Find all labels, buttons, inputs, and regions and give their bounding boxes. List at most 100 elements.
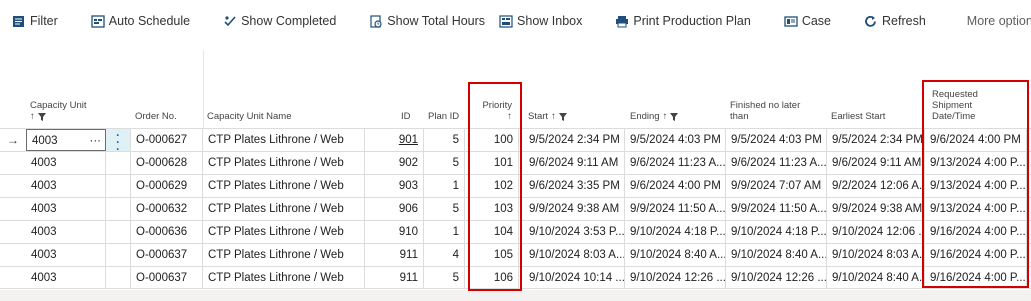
cell-plan-id[interactable]: 5	[424, 198, 465, 220]
row-menu[interactable]	[106, 267, 131, 289]
cell-priority[interactable]: 106	[465, 267, 519, 289]
cell-ending[interactable]: 9/9/2024 11:50 A...	[625, 198, 726, 220]
cell-id[interactable]: 910	[365, 221, 424, 243]
cell-start[interactable]: 9/10/2024 8:03 A...	[524, 244, 625, 266]
cell-requested[interactable]: 9/13/2024 4:00 P...	[925, 152, 1027, 174]
cell-name[interactable]: CTP Plates Lithrone / Web	[203, 221, 365, 243]
cell-plan-id[interactable]: 5	[424, 267, 465, 289]
cell-order-no[interactable]: O-000637	[131, 267, 203, 289]
cell-order-no[interactable]: O-000629	[131, 175, 203, 197]
cell-finished[interactable]: 9/10/2024 8:40 A...	[726, 244, 827, 266]
cell-priority[interactable]: 105	[465, 244, 519, 266]
cell-earliest[interactable]: 9/6/2024 9:11 AM	[827, 152, 925, 174]
row-selector[interactable]: →	[0, 129, 26, 151]
row-selector[interactable]	[0, 198, 26, 220]
cell-priority[interactable]: 101	[465, 152, 519, 174]
cell-finished[interactable]: 9/9/2024 7:07 AM	[726, 175, 827, 197]
row-menu[interactable]	[106, 152, 131, 174]
cell-requested[interactable]: 9/16/2024 4:00 P...	[925, 221, 1027, 243]
cell-ending[interactable]: 9/10/2024 12:26 ...	[625, 267, 726, 289]
table-row[interactable]: 4003 O-000628 CTP Plates Lithrone / Web 902…	[0, 151, 1031, 174]
cell-start[interactable]: 9/6/2024 9:11 AM	[524, 152, 625, 174]
cell-finished[interactable]: 9/10/2024 4:18 P...	[726, 221, 827, 243]
header-priority[interactable]: Priority ↑	[478, 100, 512, 122]
cell-id[interactable]: 902	[365, 152, 424, 174]
cell-capacity-unit[interactable]: 4003	[26, 152, 106, 174]
table-row[interactable]: 4003 O-000637 CTP Plates Lithrone / Web 911…	[0, 266, 1031, 289]
row-menu[interactable]	[106, 244, 131, 266]
header-ending[interactable]: Ending ↑	[630, 111, 679, 122]
cell-plan-id[interactable]: 1	[424, 221, 465, 243]
cell-id[interactable]: 911	[365, 244, 424, 266]
cell-earliest[interactable]: 9/9/2024 9:38 AM	[827, 198, 925, 220]
cell-start[interactable]: 9/9/2024 9:38 AM	[524, 198, 625, 220]
header-capacity-unit[interactable]: Capacity Unit ↑	[30, 100, 87, 122]
cell-finished[interactable]: 9/9/2024 11:50 A...	[726, 198, 827, 220]
cell-ending[interactable]: 9/6/2024 11:23 A...	[625, 152, 726, 174]
cell-name[interactable]: CTP Plates Lithrone / Web	[203, 267, 365, 289]
cell-plan-id[interactable]: 5	[424, 152, 465, 174]
cell-name[interactable]: CTP Plates Lithrone / Web	[203, 175, 365, 197]
cell-plan-id[interactable]: 5	[424, 129, 465, 151]
cell-priority[interactable]: 103	[465, 198, 519, 220]
cell-capacity-unit[interactable]: 4003	[26, 221, 106, 243]
header-capacity-unit-name[interactable]: Capacity Unit Name	[207, 111, 291, 122]
row-selector[interactable]	[0, 267, 26, 289]
print-production-plan-button[interactable]: Print Production Plan	[615, 14, 751, 28]
table-row[interactable]: 4003 O-000636 CTP Plates Lithrone / Web 910…	[0, 220, 1031, 243]
cell-name[interactable]: CTP Plates Lithrone / Web	[203, 198, 365, 220]
cell-plan-id[interactable]: 4	[424, 244, 465, 266]
cell-finished[interactable]: 9/10/2024 12:26 ...	[726, 267, 827, 289]
auto-schedule-button[interactable]: Auto Schedule	[91, 14, 190, 28]
cell-ending[interactable]: 9/10/2024 4:18 P...	[625, 221, 726, 243]
cell-priority[interactable]: 104	[465, 221, 519, 243]
case-button[interactable]: Case	[784, 14, 831, 28]
header-requested-shipment[interactable]: Requested Shipment Date/Time	[932, 89, 978, 122]
table-row[interactable]: 4003 O-000629 CTP Plates Lithrone / Web 903…	[0, 174, 1031, 197]
show-completed-button[interactable]: Show Completed	[223, 14, 336, 28]
cell-start[interactable]: 9/10/2024 3:53 P...	[524, 221, 625, 243]
cell-name[interactable]: CTP Plates Lithrone / Web	[203, 152, 365, 174]
more-options-button[interactable]: More options	[967, 14, 1031, 28]
cell-capacity-unit[interactable]: 4003	[26, 267, 106, 289]
cell-ending[interactable]: 9/10/2024 8:40 A...	[625, 244, 726, 266]
row-selector[interactable]	[0, 175, 26, 197]
cell-earliest[interactable]: 9/10/2024 8:40 A...	[827, 267, 925, 289]
cell-earliest[interactable]: 9/2/2024 12:06 A...	[827, 175, 925, 197]
cell-plan-id[interactable]: 1	[424, 175, 465, 197]
table-row[interactable]: 4003 O-000637 CTP Plates Lithrone / Web 911…	[0, 243, 1031, 266]
cell-earliest[interactable]: 9/10/2024 12:06 ...	[827, 221, 925, 243]
cell-capacity-unit[interactable]: 4003 ···	[26, 129, 106, 151]
cell-order-no[interactable]: O-000628	[131, 152, 203, 174]
cell-requested[interactable]: 9/13/2024 4:00 P...	[925, 198, 1027, 220]
cell-start[interactable]: 9/6/2024 3:35 PM	[524, 175, 625, 197]
header-earliest-start[interactable]: Earliest Start	[831, 111, 885, 122]
filter-button[interactable]: Filter	[12, 14, 58, 28]
header-finished-no-later-than[interactable]: Finished no later than	[730, 100, 800, 122]
cell-requested[interactable]: 9/16/2024 4:00 P...	[925, 267, 1027, 289]
cell-id[interactable]: 901	[365, 129, 424, 151]
cell-earliest[interactable]: 9/10/2024 8:03 A...	[827, 244, 925, 266]
table-row[interactable]: 4003 O-000632 CTP Plates Lithrone / Web 906…	[0, 197, 1031, 220]
row-selector[interactable]	[0, 152, 26, 174]
header-plan-id[interactable]: Plan ID	[428, 111, 459, 122]
row-menu[interactable]	[106, 175, 131, 197]
header-id[interactable]: ID	[401, 111, 411, 122]
cell-requested[interactable]: 9/16/2024 4:00 P...	[925, 244, 1027, 266]
cell-name[interactable]: CTP Plates Lithrone / Web	[203, 244, 365, 266]
cell-start[interactable]: 9/10/2024 10:14 ...	[524, 267, 625, 289]
cell-order-no[interactable]: O-000627	[131, 129, 203, 151]
cell-ending[interactable]: 9/5/2024 4:03 PM	[625, 129, 726, 151]
row-selector[interactable]	[0, 221, 26, 243]
refresh-button[interactable]: Refresh	[864, 14, 926, 28]
cell-capacity-unit[interactable]: 4003	[26, 175, 106, 197]
show-total-hours-button[interactable]: Show Total Hours	[369, 14, 485, 28]
cell-order-no[interactable]: O-000636	[131, 221, 203, 243]
table-row[interactable]: → 4003 ··· · · · O-000627 CTP Plates Lithrone /…	[0, 128, 1031, 151]
cell-capacity-unit[interactable]: 4003	[26, 244, 106, 266]
cell-id[interactable]: 906	[365, 198, 424, 220]
row-menu[interactable]	[106, 221, 131, 243]
cell-id[interactable]: 903	[365, 175, 424, 197]
cell-priority[interactable]: 102	[465, 175, 519, 197]
cell-order-no[interactable]: O-000637	[131, 244, 203, 266]
